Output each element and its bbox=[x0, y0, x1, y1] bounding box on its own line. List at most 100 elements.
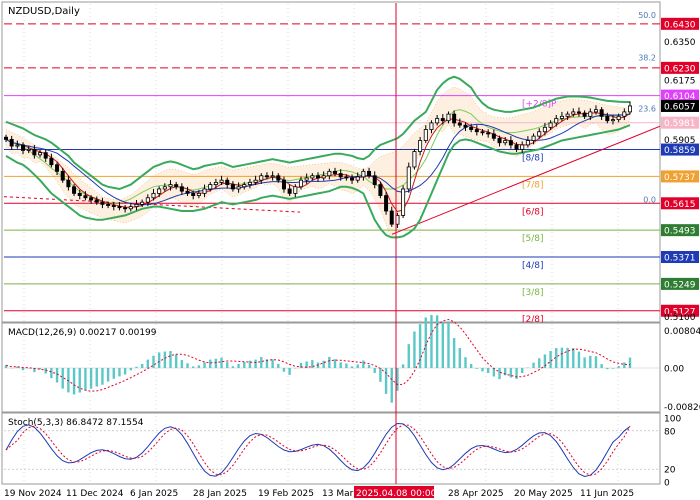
candle-body bbox=[559, 115, 564, 119]
candle-body bbox=[259, 175, 264, 181]
candle-body bbox=[26, 148, 31, 151]
candle-body bbox=[571, 111, 576, 115]
candle-body bbox=[582, 112, 587, 117]
candle-body bbox=[32, 148, 37, 156]
candle-body bbox=[389, 210, 394, 225]
candle-body bbox=[276, 175, 281, 181]
candle-body bbox=[605, 115, 610, 122]
price-axis-label: 0.5615 bbox=[664, 200, 696, 210]
candle-body bbox=[554, 118, 559, 124]
candle-body bbox=[38, 152, 43, 156]
murrey-label: [7/8] bbox=[522, 180, 544, 190]
time-axis-label: 28 Apr 2025 bbox=[448, 489, 504, 499]
candle-body bbox=[4, 136, 9, 140]
candle-body bbox=[520, 144, 525, 150]
stoch-axis-label: 20 bbox=[664, 466, 676, 476]
price-axis-label: 0.5737 bbox=[664, 173, 696, 183]
time-axis-label: 19 Nov 2024 bbox=[4, 489, 62, 499]
candle-body bbox=[497, 137, 502, 144]
candle-body bbox=[264, 175, 269, 178]
symbol-title: NZDUSD,Daily bbox=[8, 6, 80, 17]
candle-body bbox=[565, 113, 570, 117]
candle-body bbox=[304, 177, 309, 181]
candle-body bbox=[344, 176, 349, 179]
candle-body bbox=[310, 175, 315, 179]
candle-body bbox=[196, 192, 201, 196]
murrey-label: [5/8] bbox=[522, 234, 544, 244]
candle-body bbox=[21, 144, 26, 151]
candle-body bbox=[281, 179, 286, 190]
candle-body bbox=[321, 175, 326, 179]
candle-body bbox=[622, 111, 627, 117]
candle-body bbox=[537, 131, 542, 137]
candle-body bbox=[367, 170, 372, 177]
time-axis-label: 13 Mar bbox=[322, 489, 354, 499]
candle-body bbox=[469, 126, 474, 130]
candle-body bbox=[616, 115, 621, 121]
candle-body bbox=[486, 132, 491, 135]
candle-body bbox=[242, 184, 247, 188]
candle-body bbox=[15, 144, 20, 147]
candle-body bbox=[355, 176, 360, 181]
candle-body bbox=[185, 190, 190, 194]
candle-body bbox=[435, 118, 440, 124]
candle-body bbox=[429, 122, 434, 130]
candle-body bbox=[140, 201, 145, 205]
chart-window[interactable]: [+2/8]P[8/8][7/8][6/8][5/8][4/8][3/8][2/… bbox=[0, 0, 700, 500]
candle-body bbox=[372, 175, 377, 185]
candle-body bbox=[151, 192, 156, 199]
candle-body bbox=[333, 170, 338, 174]
candle-body bbox=[111, 205, 116, 207]
candle-body bbox=[55, 164, 60, 172]
candle-body bbox=[503, 140, 508, 144]
candle-body bbox=[100, 201, 105, 205]
candle-body bbox=[610, 119, 615, 122]
candle-body bbox=[593, 109, 598, 113]
candle-body bbox=[423, 129, 428, 141]
candle-body bbox=[94, 199, 99, 203]
candle-body bbox=[219, 179, 224, 183]
candle-body bbox=[49, 157, 54, 166]
candle-body bbox=[446, 113, 451, 122]
candle-body bbox=[350, 177, 355, 181]
candle-body bbox=[315, 175, 320, 179]
candle-body bbox=[270, 175, 275, 178]
candle-body bbox=[406, 166, 411, 190]
candle-body bbox=[145, 197, 150, 203]
price-axis-label: 0.6057 bbox=[664, 102, 696, 112]
candle-body bbox=[576, 111, 581, 114]
price-axis-label: 0.5493 bbox=[664, 227, 696, 237]
candle-body bbox=[123, 207, 128, 210]
candle-body bbox=[440, 118, 445, 122]
candle-body bbox=[412, 151, 417, 168]
price-axis-label: 0.6175 bbox=[664, 76, 696, 86]
stoch-axis-label: 80 bbox=[664, 427, 676, 437]
candle-body bbox=[106, 203, 111, 206]
candle-body bbox=[452, 113, 457, 124]
candle-body bbox=[117, 206, 122, 209]
candle-body bbox=[72, 186, 77, 194]
fib-label: 38.2 bbox=[638, 54, 656, 63]
candle-body bbox=[384, 195, 389, 212]
candle-body bbox=[247, 181, 252, 185]
candle-body bbox=[89, 197, 94, 201]
candle-body bbox=[361, 170, 366, 178]
candle-body bbox=[588, 111, 593, 117]
candle-body bbox=[542, 126, 547, 133]
candle-body bbox=[9, 139, 14, 147]
stoch-label: Stoch(5,3,3) 86.8472 87.1554 bbox=[8, 418, 144, 428]
time-axis-label: 19 Feb 2025 bbox=[258, 489, 314, 499]
price-axis-label: 0.5859 bbox=[664, 146, 696, 156]
candle-body bbox=[208, 184, 213, 190]
time-axis-label: 11 Dec 2024 bbox=[66, 489, 124, 499]
candle-body bbox=[168, 184, 173, 188]
price-axis-label: 0.5100 bbox=[664, 313, 696, 323]
candle-body bbox=[230, 184, 235, 190]
candle-body bbox=[531, 135, 536, 141]
candle-body bbox=[287, 188, 292, 194]
murrey-label: [4/8] bbox=[522, 261, 544, 271]
candle-body bbox=[225, 179, 230, 185]
time-axis-label: 28 Jan 2025 bbox=[193, 489, 247, 499]
candle-body bbox=[525, 140, 530, 146]
macd-axis-label: -0.00826 bbox=[664, 403, 700, 413]
